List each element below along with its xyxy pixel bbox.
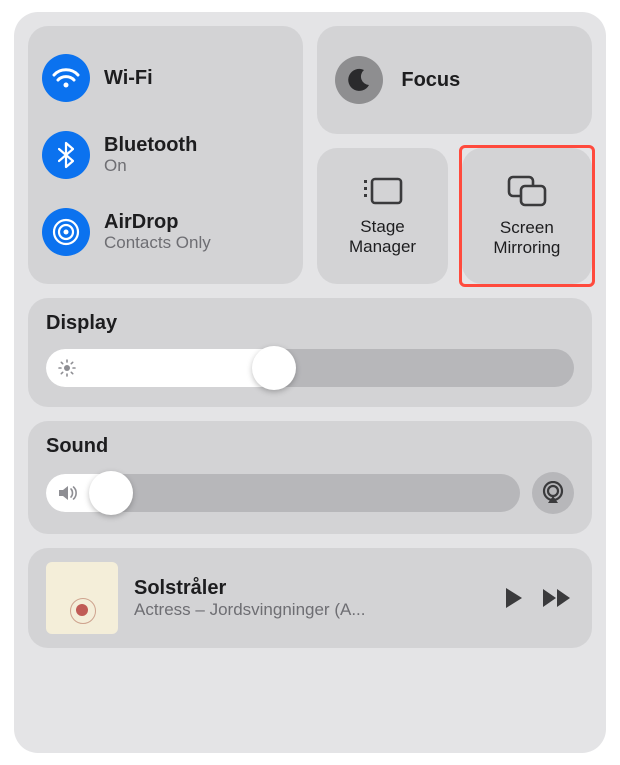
airplay-icon bbox=[540, 481, 566, 505]
wifi-label: Wi-Fi bbox=[104, 67, 153, 90]
brightness-icon bbox=[58, 359, 76, 377]
right-column: Focus Stage Manager bbox=[317, 26, 592, 284]
sound-slider-knob[interactable] bbox=[89, 471, 133, 515]
stage-manager-icon bbox=[361, 175, 405, 207]
top-row: Wi-Fi Bluetooth On bbox=[28, 26, 592, 284]
airplay-audio-button[interactable] bbox=[532, 472, 574, 514]
tile-row: Stage Manager Screen Mirroring bbox=[317, 148, 592, 284]
screen-mirroring-label: Screen Mirroring bbox=[493, 218, 560, 257]
now-playing-module[interactable]: Solstråler Actress – Jordsvingninger (A.… bbox=[28, 548, 592, 648]
control-center-panel: Wi-Fi Bluetooth On bbox=[14, 12, 606, 753]
stage-manager-label: Stage Manager bbox=[349, 217, 416, 256]
airdrop-icon bbox=[42, 208, 90, 256]
connectivity-module: Wi-Fi Bluetooth On bbox=[28, 26, 303, 284]
airdrop-label: AirDrop bbox=[104, 211, 211, 234]
play-button[interactable] bbox=[504, 586, 524, 610]
airdrop-status: Contacts Only bbox=[104, 233, 211, 253]
bluetooth-label: Bluetooth bbox=[104, 134, 197, 157]
bluetooth-status: On bbox=[104, 156, 197, 176]
focus-toggle[interactable]: Focus bbox=[317, 26, 592, 134]
album-art bbox=[46, 562, 118, 634]
screen-mirroring-icon bbox=[505, 174, 549, 208]
display-module: Display bbox=[28, 298, 592, 407]
display-title: Display bbox=[46, 312, 574, 335]
next-button[interactable] bbox=[542, 587, 574, 609]
display-slider[interactable] bbox=[46, 349, 574, 387]
display-slider-knob[interactable] bbox=[252, 346, 296, 390]
stage-manager-tile[interactable]: Stage Manager bbox=[317, 148, 447, 284]
sound-slider[interactable] bbox=[46, 474, 520, 512]
sound-module: Sound bbox=[28, 421, 592, 534]
moon-icon bbox=[335, 56, 383, 104]
bluetooth-toggle[interactable]: Bluetooth On bbox=[42, 127, 289, 183]
wifi-icon bbox=[42, 54, 90, 102]
track-artist: Actress – Jordsvingninger (A... bbox=[134, 600, 488, 620]
airdrop-toggle[interactable]: AirDrop Contacts Only bbox=[42, 204, 289, 260]
bluetooth-icon bbox=[42, 131, 90, 179]
speaker-icon bbox=[58, 484, 78, 502]
screen-mirroring-tile[interactable]: Screen Mirroring bbox=[462, 148, 592, 284]
focus-label: Focus bbox=[401, 69, 460, 92]
wifi-toggle[interactable]: Wi-Fi bbox=[42, 50, 289, 106]
track-title: Solstråler bbox=[134, 577, 488, 600]
sound-title: Sound bbox=[46, 435, 574, 458]
